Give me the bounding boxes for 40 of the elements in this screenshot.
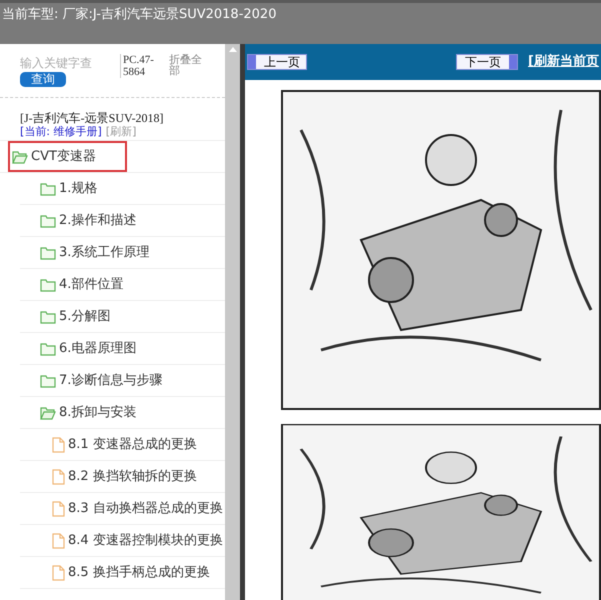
search-button[interactable]: 查询 xyxy=(20,72,66,87)
refresh-page-link[interactable]: [刷新当前页 xyxy=(528,52,599,72)
tree-item[interactable]: 8.拆卸与安装 xyxy=(20,402,136,422)
tree-item[interactable]: 8.1 变速器总成的更换 xyxy=(20,434,197,454)
collapse-all-button[interactable]: 折叠全部 xyxy=(169,54,209,76)
document-icon xyxy=(52,500,65,516)
tree-item[interactable]: 1.规格 xyxy=(20,178,98,198)
open-folder-icon xyxy=(40,406,56,420)
folder-icon xyxy=(40,374,56,388)
document-icon xyxy=(52,532,65,548)
tree-item[interactable]: 3.系统工作原理 xyxy=(20,242,150,262)
tree-item[interactable]: 8.2 换挡软轴拆的更换 xyxy=(20,466,197,486)
scrollbar[interactable] xyxy=(225,44,240,600)
folder-icon xyxy=(40,182,56,196)
title-bar: 当前车型: 厂家:J-吉利汽车远景SUV2018-2020 xyxy=(0,0,601,44)
current-manual-link[interactable]: [当前: 维修手册] xyxy=(20,125,102,138)
folder-icon xyxy=(40,310,56,324)
open-folder-icon xyxy=(12,150,28,164)
next-page-button[interactable]: 下一页 xyxy=(456,54,518,70)
tree-item[interactable]: CVT变速器 xyxy=(10,142,125,170)
tree-item[interactable]: 6.电器原理图 xyxy=(20,338,136,358)
tree-item[interactable]: 4.部件位置 xyxy=(20,274,124,294)
scroll-up-icon[interactable] xyxy=(228,47,236,52)
tree-item[interactable]: 7.诊断信息与步骤 xyxy=(20,370,162,390)
tree-item[interactable]: 2.操作和描述 xyxy=(20,210,136,230)
vehicle-label: [J-吉利汽车-远景SUV-2018] xyxy=(20,112,165,125)
folder-icon xyxy=(40,214,56,228)
tree-item[interactable]: 8.3 自动换档器总成的更换 xyxy=(20,498,223,518)
document-icon xyxy=(52,564,65,580)
folder-icon xyxy=(40,342,56,356)
tree-item[interactable]: 8.5 换挡手柄总成的更换 xyxy=(20,562,210,582)
document-icon xyxy=(52,468,65,484)
previous-page-button[interactable]: 上一页 xyxy=(247,54,307,70)
folder-icon xyxy=(40,278,56,292)
code-text: PC.47-5864 xyxy=(120,54,165,78)
tree-item[interactable]: 8.4 变速器控制模块的更换 xyxy=(20,530,223,550)
folder-icon xyxy=(40,246,56,260)
search-field[interactable]: 输入关键字查 xyxy=(20,54,120,72)
document-icon xyxy=(52,436,65,452)
tree-item[interactable]: 5.分解图 xyxy=(20,306,110,326)
